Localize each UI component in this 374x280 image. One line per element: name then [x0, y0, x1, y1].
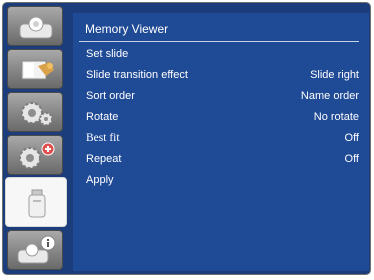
menu-title: Memory Viewer	[85, 22, 169, 36]
usb-memory-icon	[28, 189, 46, 218]
menu-item-label: Apply	[86, 174, 114, 186]
tab-picture-adjust[interactable]	[7, 49, 63, 89]
menu-item-apply[interactable]: Apply	[73, 174, 369, 194]
tab-display[interactable]	[7, 6, 63, 46]
menu-sidebar	[5, 6, 69, 270]
menu-item-value: Slide right	[310, 69, 359, 81]
menu-item-repeat[interactable]: Repeat Off	[73, 153, 369, 173]
osd-menu-frame: Memory Viewer Set slide Slide transition…	[2, 2, 371, 275]
menu-item-best-fit[interactable]: Best fit Off	[73, 132, 369, 152]
menu-item-sort-order[interactable]: Sort order Name order	[73, 90, 369, 110]
tab-information[interactable]	[7, 230, 63, 270]
menu-item-label: Set slide	[86, 48, 129, 60]
title-divider	[79, 41, 359, 42]
information-icon	[17, 235, 56, 264]
tab-memory-viewer[interactable]	[5, 177, 67, 227]
menu-item-value: Name order	[300, 90, 359, 102]
menu-item-label: Repeat	[86, 153, 122, 165]
tab-setting[interactable]	[7, 92, 63, 132]
menu-item-value: No rotate	[313, 111, 359, 123]
menu-item-set-slide[interactable]: Set slide	[73, 48, 369, 68]
menu-item-label: Best fit	[86, 132, 120, 144]
display-icon	[19, 16, 53, 39]
advanced-settings-gear-icon	[19, 142, 55, 169]
menu-item-label: Sort order	[86, 90, 135, 102]
menu-item-label: Rotate	[86, 111, 119, 123]
menu-item-slide-transition-effect[interactable]: Slide transition effect Slide right	[73, 69, 369, 89]
menu-item-value: Off	[344, 132, 359, 144]
menu-item-rotate[interactable]: Rotate No rotate	[73, 111, 369, 131]
picture-adjust-icon	[21, 60, 54, 80]
menu-item-value: Off	[344, 153, 359, 165]
memory-viewer-panel: Memory Viewer Set slide Slide transition…	[73, 13, 369, 271]
tab-expanded-setting[interactable]	[7, 135, 63, 175]
settings-gear-icon	[21, 102, 53, 126]
menu-item-label: Slide transition effect	[86, 69, 188, 81]
